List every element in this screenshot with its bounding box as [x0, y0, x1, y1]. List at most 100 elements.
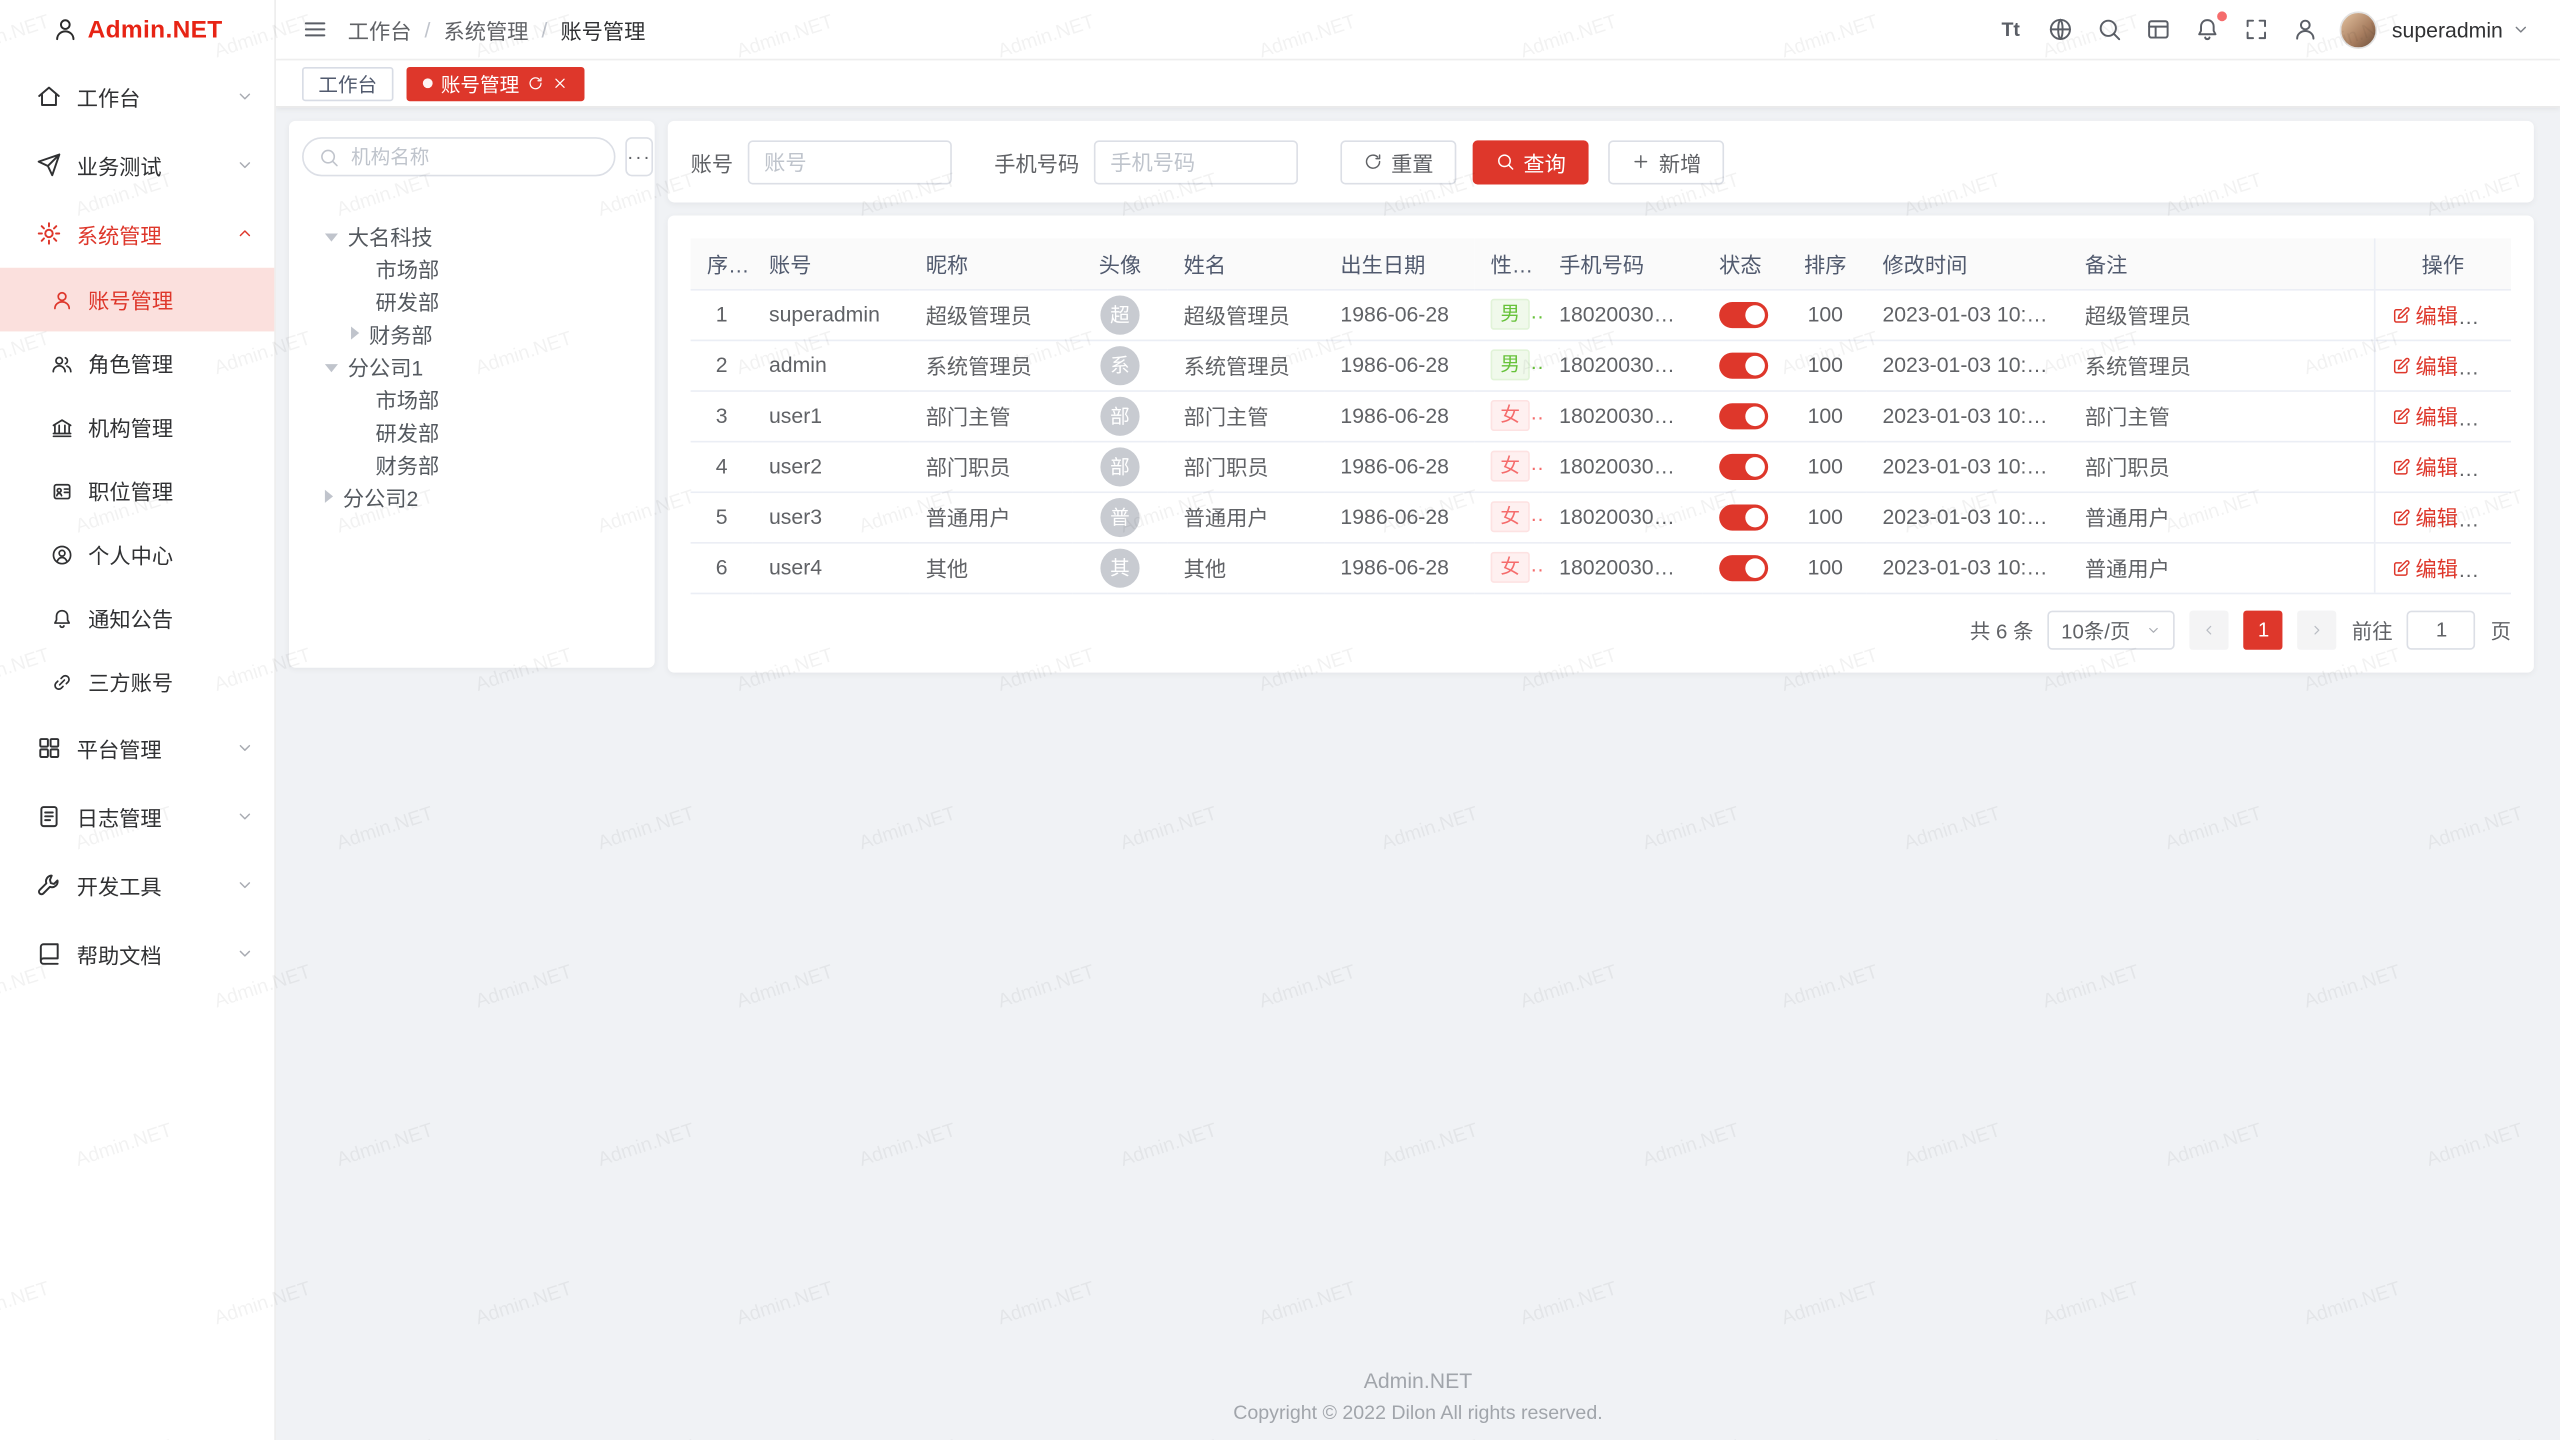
- sidebar-item-personal-center[interactable]: 个人中心: [0, 522, 274, 586]
- status-toggle[interactable]: [1719, 352, 1768, 378]
- tree-node[interactable]: 研发部: [302, 415, 642, 448]
- paper-plane-icon: [36, 152, 62, 178]
- edit-button[interactable]: 编辑: [2391, 299, 2458, 330]
- sidebar-item-system-management[interactable]: 系统管理: [0, 199, 274, 268]
- phone-input[interactable]: [1094, 140, 1298, 184]
- page-unit-label: 页: [2491, 614, 2511, 645]
- table-row: 5 user3 普通用户 普 普通用户 1986-06-28 女 1802003…: [691, 491, 2511, 542]
- accounts-table-panel: 序号 账号 昵称 头像 姓名 出生日期 性别 手机号码 状态 排序 修改时间: [668, 216, 2534, 672]
- edit-button[interactable]: 编辑: [2391, 501, 2458, 532]
- sidebar-item-platform-management[interactable]: 平台管理: [0, 713, 274, 782]
- avatar[interactable]: [2340, 11, 2378, 49]
- sidebar-item-org-management[interactable]: 机构管理: [0, 395, 274, 459]
- row-avatar: 部: [1100, 396, 1139, 435]
- org-more-button[interactable]: ···: [625, 137, 653, 176]
- brand-logo[interactable]: Admin.NET: [0, 0, 274, 59]
- fullscreen-icon[interactable]: [2242, 16, 2270, 44]
- language-icon[interactable]: [2046, 16, 2074, 44]
- tree-node[interactable]: 财务部: [302, 447, 642, 480]
- sidebar-item-account-management[interactable]: 账号管理: [0, 268, 274, 332]
- theme-icon[interactable]: [2144, 16, 2172, 44]
- caret-down-icon[interactable]: [325, 363, 338, 371]
- sidebar-item-workbench[interactable]: 工作台: [0, 62, 274, 131]
- plus-icon: [1631, 152, 1651, 172]
- status-toggle[interactable]: [1719, 504, 1768, 530]
- chevron-down-icon: [235, 875, 255, 895]
- breadcrumb-item[interactable]: 工作台: [348, 14, 412, 45]
- chevron-up-icon: [235, 224, 255, 244]
- breadcrumb-separator: /: [541, 17, 547, 41]
- chevron-down-icon: [235, 87, 255, 107]
- sidebar-item-help-docs[interactable]: 帮助文档: [0, 919, 274, 988]
- next-page-button[interactable]: [2298, 610, 2337, 649]
- edit-button[interactable]: 编辑: [2391, 451, 2458, 482]
- sidebar-item-notice[interactable]: 通知公告: [0, 586, 274, 650]
- brand-logo-text: Admin.NET: [88, 16, 223, 44]
- org-search-input[interactable]: [348, 144, 608, 170]
- edit-icon: [2391, 355, 2411, 375]
- tree-node[interactable]: 财务部: [302, 317, 642, 350]
- book-icon: [36, 940, 62, 966]
- status-toggle[interactable]: [1719, 302, 1768, 328]
- sidebar-item-third-party-account[interactable]: 三方账号: [0, 650, 274, 714]
- home-icon: [36, 83, 62, 109]
- gender-badge: 男: [1491, 299, 1530, 330]
- account-input[interactable]: [748, 140, 952, 184]
- reset-button[interactable]: 重置: [1340, 140, 1456, 184]
- edit-button[interactable]: 编辑: [2391, 349, 2458, 380]
- prev-page-button[interactable]: [2190, 610, 2229, 649]
- tree-node[interactable]: 大名科技: [302, 219, 642, 252]
- user-circle-icon: [49, 542, 73, 566]
- notification-bell-icon[interactable]: [2193, 16, 2221, 44]
- goto-label: 前往: [2352, 614, 2393, 645]
- status-toggle[interactable]: [1719, 403, 1768, 429]
- tree-node[interactable]: 分公司2: [302, 480, 642, 513]
- edit-button[interactable]: 编辑: [2391, 400, 2458, 431]
- tree-node[interactable]: 市场部: [302, 251, 642, 284]
- user-icon[interactable]: [2291, 16, 2319, 44]
- brand-logo-icon: [52, 16, 78, 42]
- caret-right-icon[interactable]: [351, 327, 359, 340]
- page-size-select[interactable]: 10条/页: [2048, 610, 2175, 649]
- user-icon: [49, 287, 73, 311]
- goto-page-input[interactable]: [2407, 610, 2476, 649]
- org-tree: 大名科技 市场部 研发部 财务部 分公司1 市场部 研发部 财务部 分公司2: [302, 219, 642, 513]
- edit-button[interactable]: 编辑: [2391, 552, 2458, 583]
- sidebar-item-dev-tools[interactable]: 开发工具: [0, 851, 274, 920]
- breadcrumb-item[interactable]: 系统管理: [443, 14, 528, 45]
- table-row: 1 superadmin 超级管理员 超 超级管理员 1986-06-28 男 …: [691, 289, 2511, 340]
- chevron-down-icon[interactable]: [2511, 20, 2531, 40]
- refresh-icon[interactable]: [527, 75, 543, 91]
- chevron-down-icon: [2146, 621, 2162, 637]
- breadcrumb-item-current: 账号管理: [560, 14, 645, 45]
- sidebar-item-role-management[interactable]: 角色管理: [0, 331, 274, 395]
- close-icon[interactable]: [552, 75, 568, 91]
- tree-node[interactable]: 分公司1: [302, 349, 642, 382]
- search-icon[interactable]: [2095, 16, 2123, 44]
- tree-node[interactable]: 市场部: [302, 382, 642, 415]
- top-header: 工作台 / 系统管理 / 账号管理 Tt superadmin: [276, 0, 2560, 60]
- caret-down-icon[interactable]: [325, 233, 338, 241]
- status-toggle[interactable]: [1719, 555, 1768, 581]
- sidebar-item-business-test[interactable]: 业务测试: [0, 131, 274, 200]
- sidebar-item-log-management[interactable]: 日志管理: [0, 782, 274, 851]
- hamburger-menu-icon[interactable]: [302, 16, 328, 42]
- status-toggle[interactable]: [1719, 454, 1768, 480]
- edit-icon: [2391, 406, 2411, 426]
- caret-right-icon[interactable]: [325, 490, 333, 503]
- query-button[interactable]: 查询: [1473, 140, 1589, 184]
- sidebar-item-position-management[interactable]: 职位管理: [0, 459, 274, 523]
- page-footer: Admin.NET Copyright © 2022 Dilon All rig…: [276, 1368, 2560, 1440]
- username[interactable]: superadmin: [2392, 17, 2503, 41]
- add-button[interactable]: 新增: [1608, 140, 1724, 184]
- account-label: 账号: [691, 146, 733, 177]
- pagination: 共 6 条 10条/页 1 前往 页: [691, 610, 2511, 649]
- font-size-icon[interactable]: Tt: [1997, 16, 2025, 44]
- page-1-button[interactable]: 1: [2244, 610, 2283, 649]
- table-header-row: 序号 账号 昵称 头像 姓名 出生日期 性别 手机号码 状态 排序 修改时间: [691, 238, 2511, 289]
- edit-icon: [2391, 304, 2411, 324]
- tab-workbench[interactable]: 工作台: [302, 66, 393, 100]
- tab-bar: 工作台 账号管理: [276, 60, 2560, 107]
- tab-account-management[interactable]: 账号管理: [407, 66, 585, 100]
- tree-node[interactable]: 研发部: [302, 284, 642, 317]
